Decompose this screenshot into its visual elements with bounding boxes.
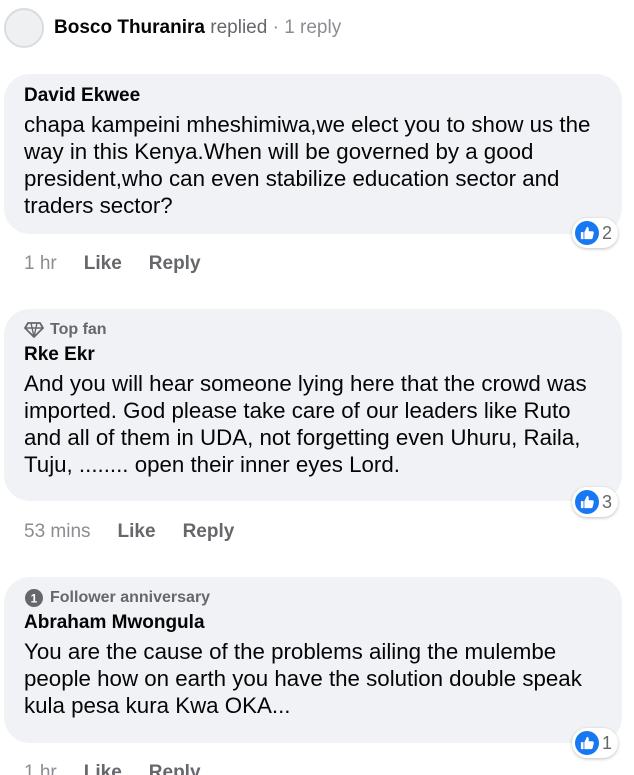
reaction-count: 1 [602, 732, 613, 753]
comment-author[interactable]: Rke Ekr [24, 343, 602, 367]
comment-time[interactable]: 53 mins [24, 521, 91, 543]
reply-count[interactable]: · 1 reply [267, 17, 342, 38]
comment-author[interactable]: David Ekwee [24, 84, 602, 108]
comment-bubble: Top fan Rke Ekr And you will hear someon… [4, 309, 622, 501]
reply-button[interactable]: Reply [149, 762, 201, 775]
comment-time[interactable]: 1 hr [24, 762, 57, 775]
comment-text: chapa kampeini mheshimiwa,we elect you t… [24, 112, 591, 218]
comment-author[interactable]: Abraham Mwongula [24, 611, 602, 635]
like-reaction-icon [575, 731, 599, 755]
replies-summary[interactable]: Bosco Thuranira replied · 1 reply [0, 8, 341, 48]
like-button[interactable]: Like [84, 762, 122, 775]
like-reaction-icon [575, 490, 599, 514]
comment-actions: 53 mins Like Reply [24, 521, 261, 543]
like-button[interactable]: Like [84, 253, 122, 275]
badge-label: Follower anniversary [50, 589, 211, 606]
reply-button[interactable]: Reply [149, 253, 201, 275]
replied-label: replied [204, 17, 268, 38]
avatar [4, 8, 44, 48]
reaction-summary[interactable]: 1 [572, 728, 619, 758]
like-reaction-icon [575, 221, 599, 245]
follower-anniversary-badge: 1 Follower anniversary [24, 587, 602, 609]
reaction-count: 3 [602, 491, 613, 512]
reply-button[interactable]: Reply [183, 521, 235, 543]
diamond-icon [24, 322, 44, 338]
svg-text:1: 1 [31, 592, 38, 606]
replies-summary-text[interactable]: Bosco Thuranira replied · 1 reply [54, 17, 341, 39]
badge-label: Top fan [50, 321, 107, 338]
comment-bubble: 1 Follower anniversary Abraham Mwongula … [4, 577, 622, 743]
top-fan-badge: Top fan [24, 319, 602, 341]
comment-text: You are the cause of the problems ailing… [24, 639, 582, 718]
comment-actions: 1 hr Like Reply [24, 253, 228, 275]
anniversary-icon: 1 [24, 588, 44, 608]
comment-actions: 1 hr Like Reply [24, 762, 228, 775]
replier-name[interactable]: Bosco Thuranira [54, 17, 205, 38]
like-button[interactable]: Like [118, 521, 156, 543]
comment-time[interactable]: 1 hr [24, 253, 57, 275]
comment-bubble: David Ekwee chapa kampeini mheshimiwa,we… [4, 74, 622, 234]
reaction-summary[interactable]: 3 [572, 487, 619, 517]
reaction-summary[interactable]: 2 [572, 218, 619, 248]
comment-text: And you will hear someone lying here tha… [24, 371, 587, 477]
reaction-count: 2 [602, 222, 613, 243]
